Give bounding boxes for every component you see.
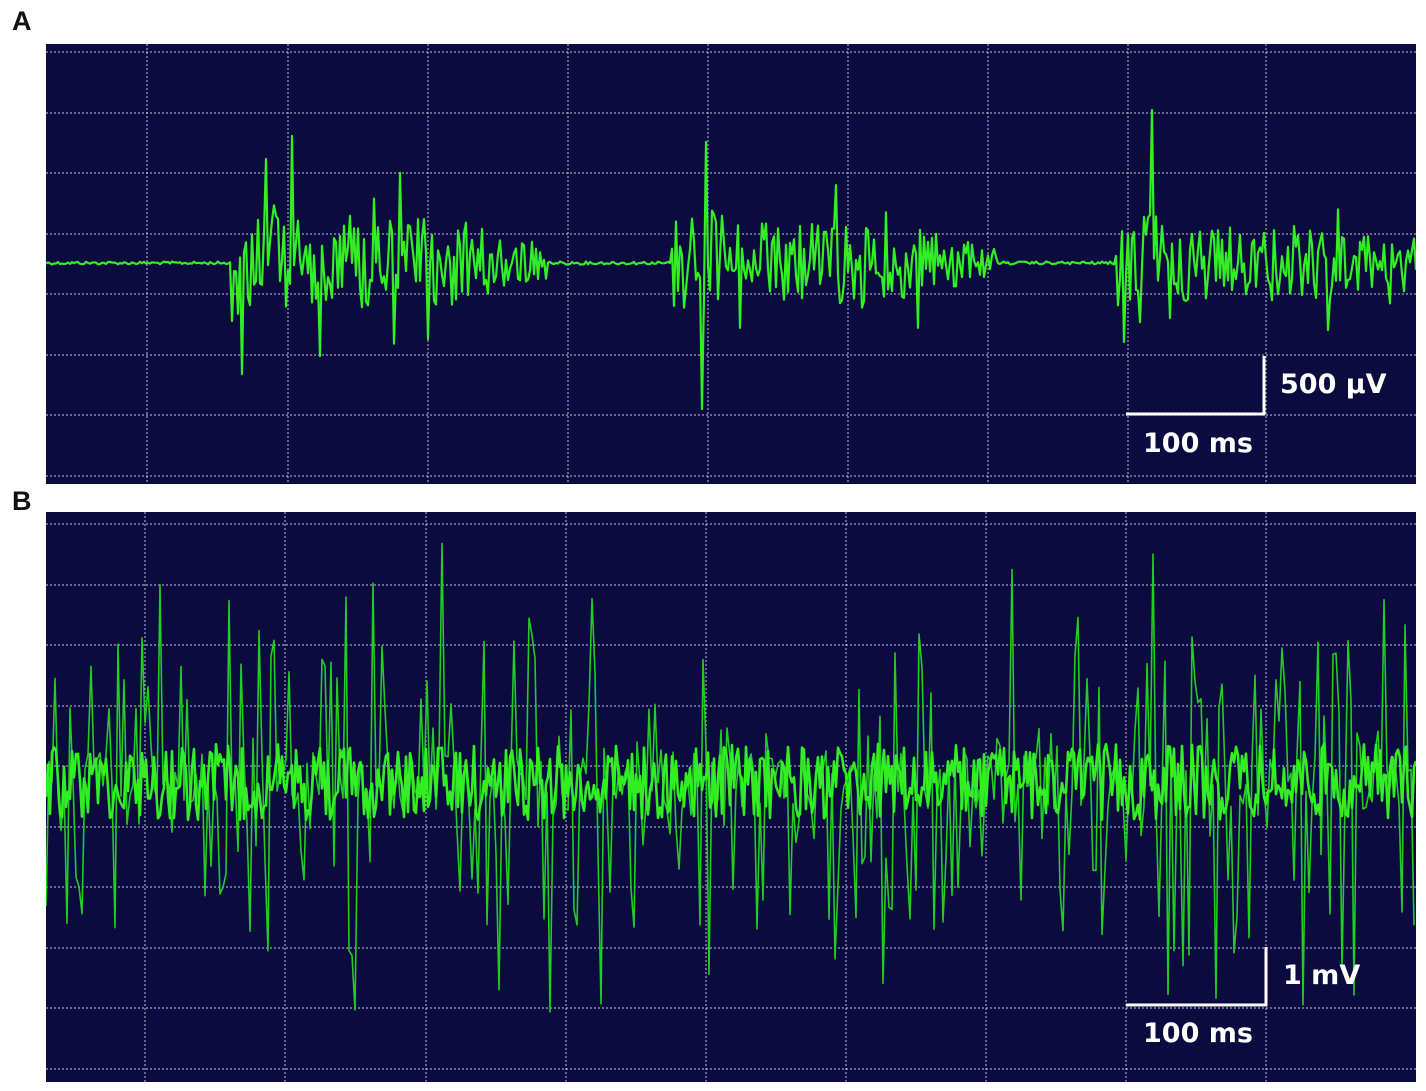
panel-a-trace-plot <box>46 44 1416 484</box>
panel-a-emg-trace <box>46 108 1416 411</box>
panel-b-scale-bar <box>1126 947 1268 1007</box>
panel-b-trace-plot <box>46 512 1416 1082</box>
panel-b-label: B <box>12 486 32 516</box>
panel-a-voltage-scale-label: 500 µV <box>1280 369 1387 400</box>
panel-b-time-scale-label: 100 ms <box>1143 1018 1253 1049</box>
panel-b-oscilloscope: 1 mV 100 ms <box>46 512 1416 1082</box>
panel-b-voltage-scale-label: 1 mV <box>1283 960 1361 991</box>
panel-a-time-scale-label: 100 ms <box>1143 428 1253 459</box>
panel-a-label: A <box>12 6 32 36</box>
panel-a-oscilloscope: 500 µV 100 ms <box>46 44 1416 484</box>
panel-a-scale-bar <box>1126 356 1266 416</box>
